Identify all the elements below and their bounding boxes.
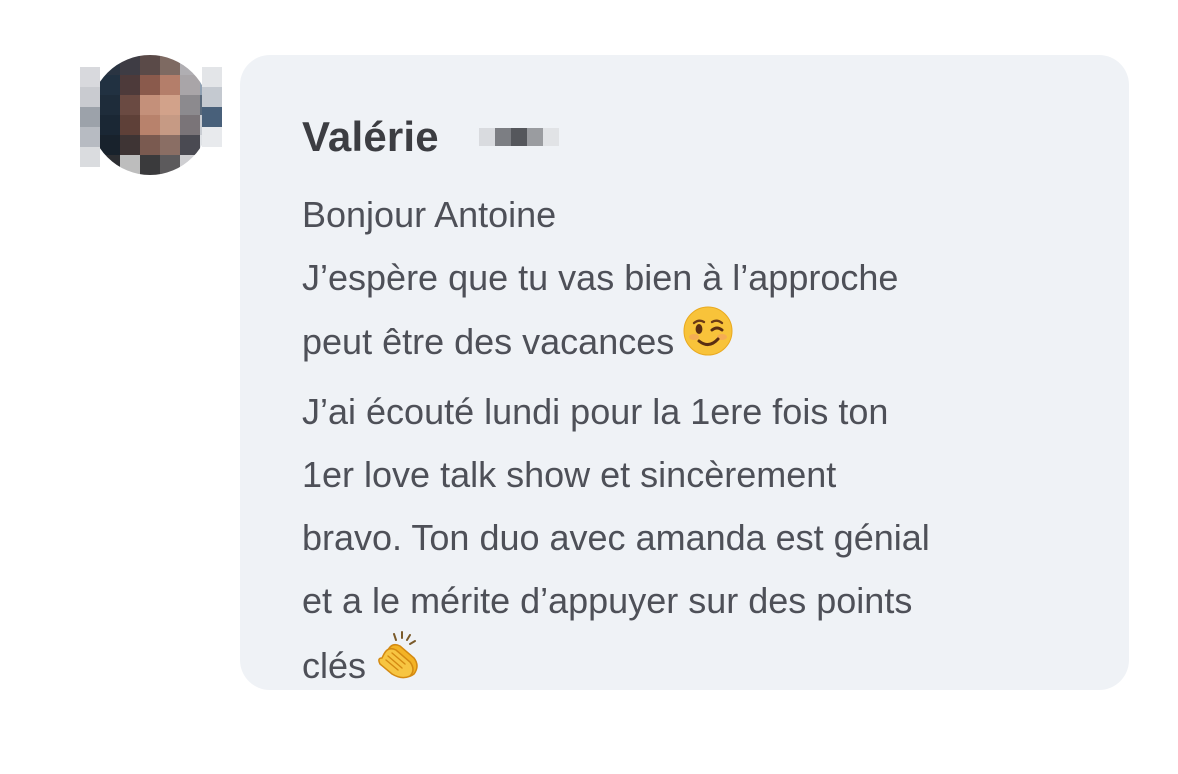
- message-line: peut être des vacances: [302, 306, 1102, 380]
- message-line: Bonjour Antoine: [302, 194, 557, 235]
- message-line: J’espère que tu vas bien à l’approche: [302, 257, 899, 298]
- message-bubble[interactable]: Valérie Bonjour Antoine J’espère que tu …: [240, 55, 1129, 690]
- message-line: J’ai écouté lundi pour la 1ere fois ton: [302, 391, 889, 432]
- message-body: Bonjour Antoine J’espère que tu vas bien…: [302, 183, 1102, 705]
- message-line: bravo. Ton duo avec amanda est génial: [302, 517, 930, 558]
- message-line-text: clés: [302, 645, 367, 687]
- clapping-hands-icon: [374, 628, 428, 701]
- sender-name[interactable]: Valérie: [302, 113, 439, 161]
- message-line: et a le mérite d’appuyer sur des points: [302, 580, 913, 621]
- avatar[interactable]: [80, 55, 222, 175]
- message-line-text: peut être des vacances: [302, 321, 675, 363]
- message-line: 1er love talk show et sincèrement: [302, 454, 837, 495]
- blurred-sender-detail: [478, 128, 559, 146]
- chat-message: Valérie Bonjour Antoine J’espère que tu …: [0, 0, 1178, 774]
- avatar-photo-blurred: [90, 55, 210, 175]
- winking-face-icon: [682, 305, 734, 376]
- message-line: clés: [302, 631, 1102, 705]
- message-header: Valérie: [302, 107, 559, 167]
